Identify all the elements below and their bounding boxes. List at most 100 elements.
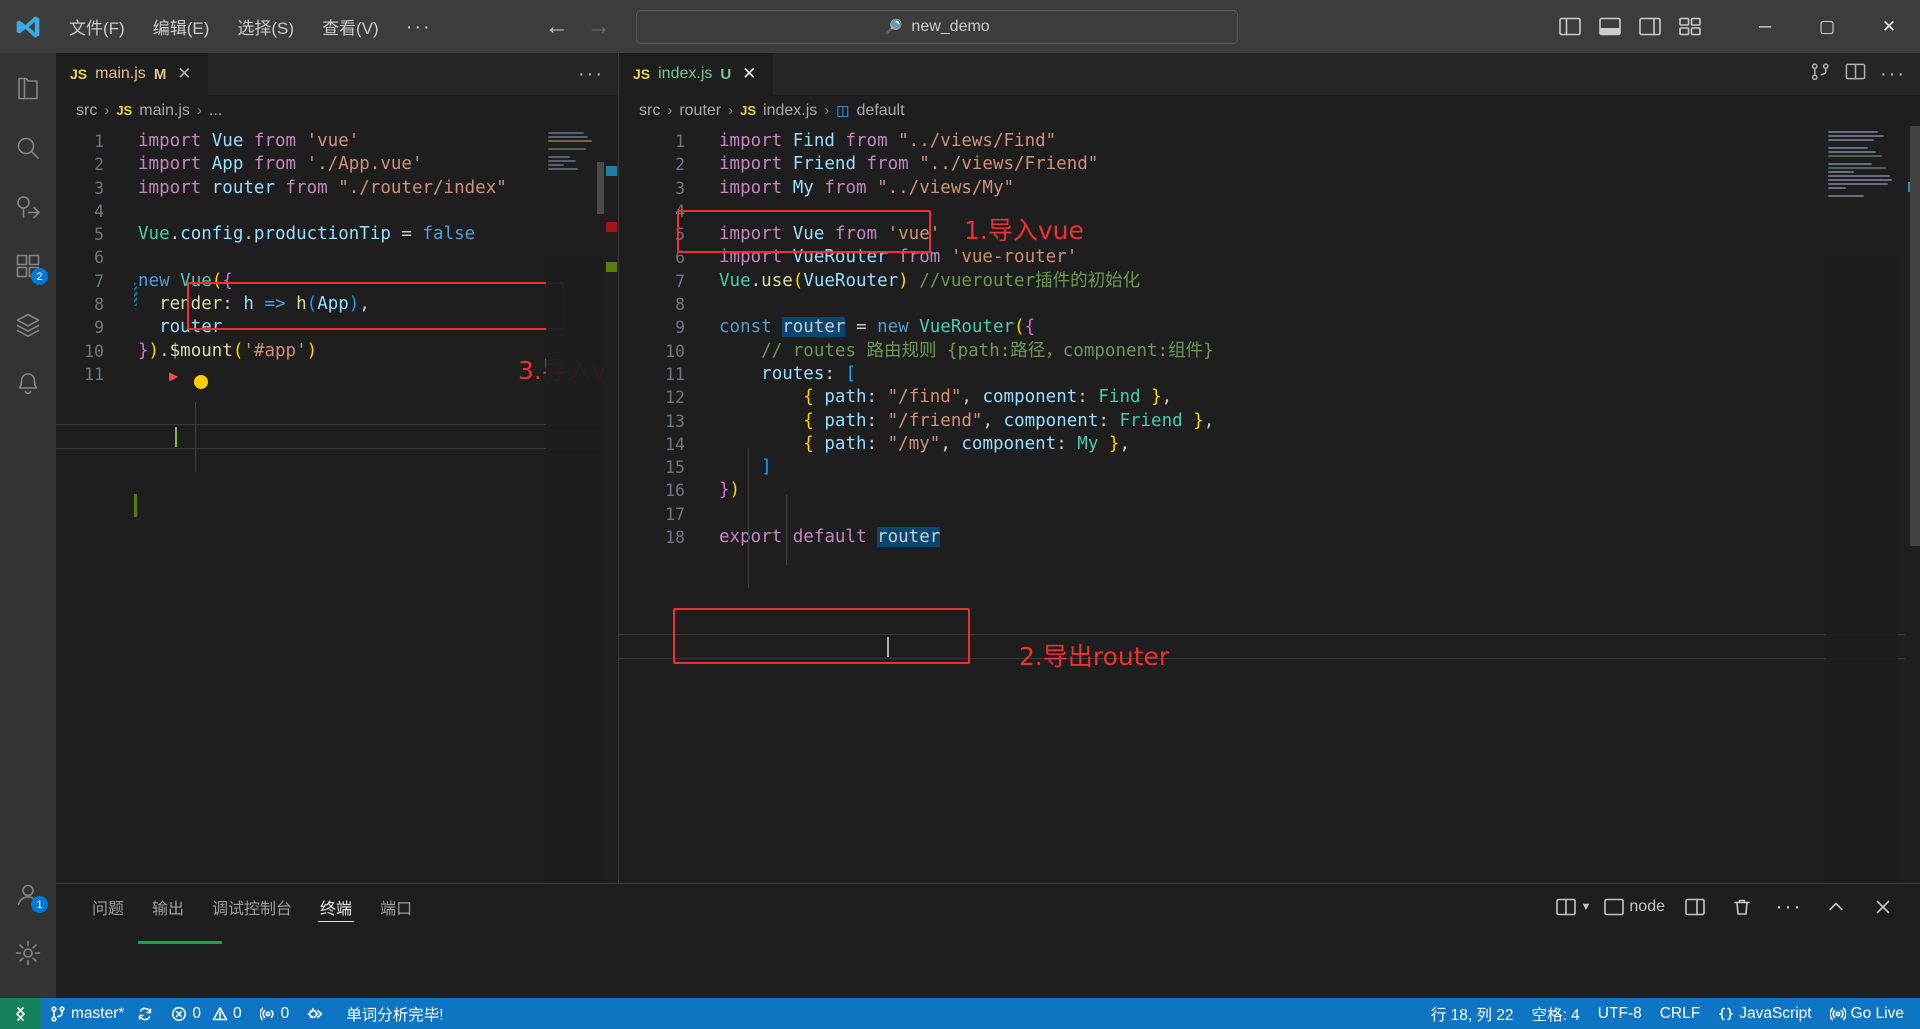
code-text: ] <box>761 457 772 478</box>
panel-tabs: 问题 输出 调试控制台 终端 端口 ▼ node ··· <box>56 884 1920 930</box>
tab-index-js[interactable]: JS index.js U ✕ <box>619 53 775 95</box>
panel-actions: ▼ node ··· <box>1552 890 1920 924</box>
status-indentation[interactable]: 空格: 4 <box>1523 998 1589 1029</box>
activity-notifications-bell[interactable] <box>0 354 56 413</box>
code-editor-right[interactable]: 1 import Find from "../views/Find" 2 import… <box>619 126 1920 883</box>
tab-main-js[interactable]: JS main.js M ✕ <box>56 53 210 95</box>
status-go-live[interactable]: Go Live <box>1821 998 1920 1029</box>
activity-run-and-debug[interactable] <box>0 177 56 236</box>
code-text: { path: "/friend", component: Friend }, <box>803 410 1215 431</box>
trash-icon[interactable] <box>1721 890 1763 924</box>
menu-view[interactable]: 查看(V) <box>309 9 392 44</box>
breadcrumb-file[interactable]: index.js <box>763 102 817 120</box>
panel-tab-terminal[interactable]: 终端 <box>306 884 366 930</box>
code-lines-right: 1 import Find from "../views/Find" 2 import… <box>629 130 1920 549</box>
menu-edit[interactable]: 编辑(E) <box>140 9 223 44</box>
minimize-button[interactable]: ─ <box>1734 0 1796 53</box>
breadcrumb-symbol[interactable]: ... <box>209 102 222 120</box>
status-branch[interactable]: master* <box>41 998 162 1029</box>
overview-ruler-left[interactable] <box>604 126 618 883</box>
line-number: 9 <box>94 318 104 338</box>
toggle-secondary-sidebar-icon[interactable] <box>1635 14 1665 40</box>
annotation-label-2: 2.导出router <box>1019 642 1170 671</box>
remote-window-button[interactable] <box>0 998 41 1029</box>
more-actions-icon[interactable]: ··· <box>1880 64 1906 84</box>
activity-accounts[interactable]: 1 <box>0 864 56 923</box>
status-language-mode[interactable]: JavaScript <box>1709 998 1820 1029</box>
warning-count: 0 <box>233 1004 242 1022</box>
tab-label: main.js <box>95 65 146 82</box>
activity-manage-settings[interactable] <box>0 923 56 982</box>
close-button[interactable]: ✕ <box>1858 0 1920 53</box>
breadcrumb-symbol[interactable]: default <box>857 102 905 120</box>
more-icon[interactable]: ··· <box>1768 890 1810 924</box>
terminal-body[interactable] <box>56 930 1920 998</box>
current-line-border-top <box>56 424 618 425</box>
title-bar: 文件(F) 编辑(E) 选择(S) 查看(V) ··· ← → 🔍 new_de… <box>0 0 1920 53</box>
command-center-search[interactable]: 🔍 new_demo <box>635 9 1238 44</box>
customize-layout-icon[interactable] <box>1675 14 1705 40</box>
overview-error-marker <box>606 222 617 232</box>
menu-selection[interactable]: 选择(S) <box>224 9 307 44</box>
code-editor-left[interactable]: 1 import Vue from 'vue' 2 import App from '… <box>56 126 618 883</box>
tab-close-icon[interactable]: ✕ <box>739 64 759 84</box>
editor-scrollbar-left[interactable] <box>597 162 604 214</box>
activity-explorer[interactable] <box>0 59 56 118</box>
more-actions-icon[interactable]: ··· <box>578 64 604 84</box>
breadcrumb-router[interactable]: router <box>679 102 721 120</box>
breadcrumb-right: src › router › JS index.js › ◫ default <box>619 95 1920 126</box>
activity-extensions[interactable]: 2 <box>0 236 56 295</box>
tab-untracked-badge: U <box>720 65 732 83</box>
minimap-left[interactable] <box>546 126 604 883</box>
editor-scrollbar-right[interactable] <box>1910 126 1920 546</box>
go-forward-icon[interactable]: → <box>586 14 612 39</box>
current-line-border-bottom <box>619 658 1920 659</box>
activity-search[interactable] <box>0 118 56 177</box>
line-number: 1 <box>675 132 685 151</box>
new-terminal-node-button[interactable]: node <box>1600 890 1669 924</box>
activity-source-control-graph[interactable] <box>0 295 56 354</box>
quick-fix-lightbulb-icon[interactable] <box>194 375 208 389</box>
sync-icon[interactable] <box>137 1006 153 1022</box>
warning-icon <box>212 1006 228 1022</box>
fold-indicator-icon[interactable]: ▶ <box>169 369 178 383</box>
split-editor-icon[interactable] <box>1845 62 1866 86</box>
tab-bar-left: JS main.js M ✕ ··· <box>56 53 618 95</box>
toggle-primary-sidebar-icon[interactable] <box>1555 14 1585 40</box>
indent-guide <box>786 495 787 565</box>
minimap-right[interactable] <box>1826 126 1898 883</box>
status-encoding[interactable]: UTF-8 <box>1589 998 1651 1029</box>
tab-close-icon[interactable]: ✕ <box>174 64 194 84</box>
line-number: 3 <box>94 178 104 198</box>
status-cursor-position[interactable]: 行 18, 列 22 <box>1422 998 1523 1029</box>
status-eol[interactable]: CRLF <box>1651 998 1709 1029</box>
toggle-panel-icon[interactable] <box>1595 14 1625 40</box>
menu-file[interactable]: 文件(F) <box>56 9 138 44</box>
line-number: 11 <box>84 364 104 384</box>
panel-layout-icon[interactable] <box>1674 890 1716 924</box>
breadcrumb-file[interactable]: main.js <box>139 102 190 120</box>
maximize-button[interactable]: ▢ <box>1796 0 1858 53</box>
code-line: 1 import Find from "../views/Find" <box>629 130 1920 153</box>
panel-tab-ports[interactable]: 端口 <box>366 884 426 930</box>
menu-more-button[interactable]: ··· <box>394 17 444 37</box>
panel-tab-output[interactable]: 输出 <box>138 884 198 930</box>
chevron-up-icon[interactable] <box>1815 890 1857 924</box>
source-control-icon[interactable] <box>1810 62 1831 86</box>
line-number: 8 <box>675 295 685 315</box>
language-label: JavaScript <box>1739 1004 1812 1022</box>
breadcrumb-src[interactable]: src <box>76 102 97 120</box>
status-ports[interactable]: 0 <box>251 998 299 1029</box>
panel-tab-debug-console[interactable]: 调试控制台 <box>198 884 306 930</box>
line-number: 10 <box>665 341 685 361</box>
chevron-right-icon: › <box>104 102 110 119</box>
go-back-icon[interactable]: ← <box>544 14 570 39</box>
status-debug[interactable] <box>298 998 332 1029</box>
code-line: 8 <box>629 293 1920 316</box>
source-control-icon <box>50 1005 66 1022</box>
split-terminal-icon[interactable]: ▼ <box>1552 890 1596 924</box>
status-problems[interactable]: 0 0 <box>162 998 250 1029</box>
close-icon[interactable] <box>1862 890 1904 924</box>
breadcrumb-src[interactable]: src <box>639 102 660 120</box>
panel-tab-problems[interactable]: 问题 <box>78 884 138 930</box>
